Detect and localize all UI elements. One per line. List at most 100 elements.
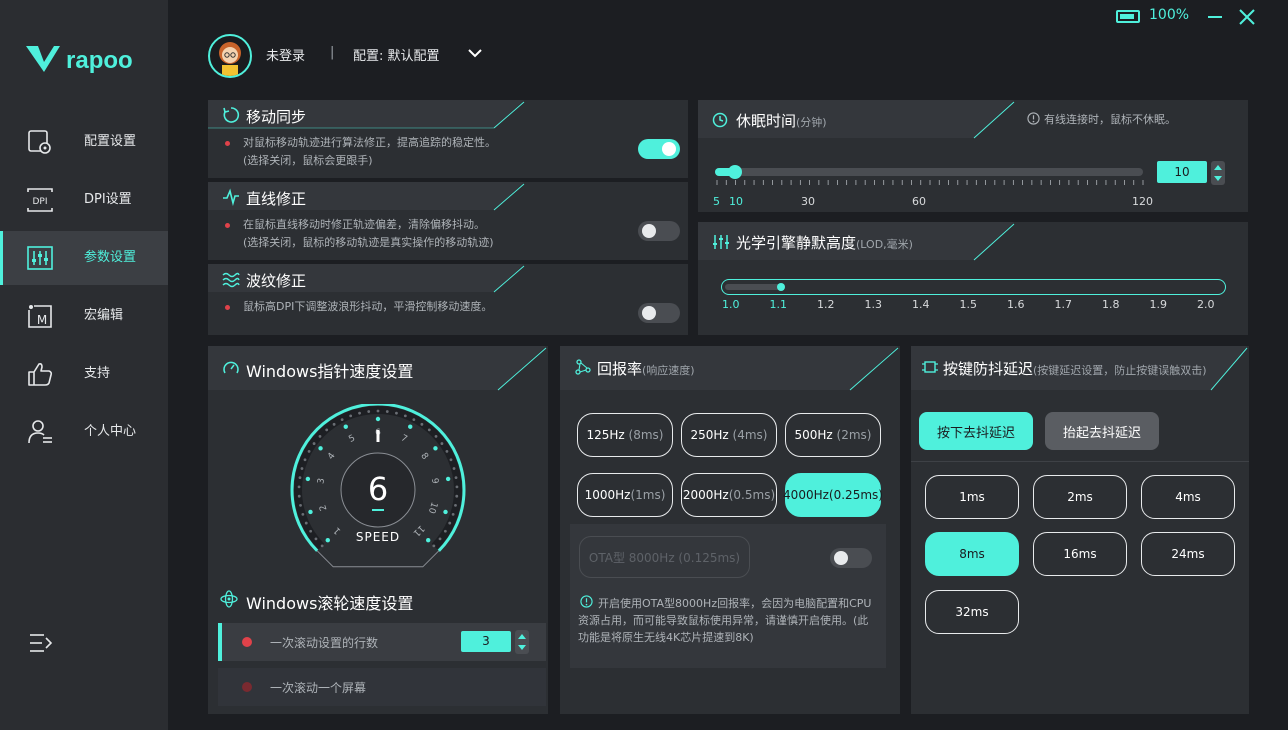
dial-marker bbox=[343, 424, 348, 429]
sidebar-item-macro[interactable]: M 宏编辑 bbox=[0, 289, 168, 343]
user-name[interactable]: 未登录 bbox=[266, 45, 305, 64]
rate-1000hz-button[interactable]: 1000Hz (1ms) bbox=[577, 473, 673, 517]
height-sliders-icon bbox=[713, 235, 729, 249]
motion-sync-toggle[interactable] bbox=[638, 139, 680, 159]
angle-snap-title: 直线修正 bbox=[246, 190, 307, 208]
scroll-option-screen[interactable]: 一次滚动一个屏幕 bbox=[218, 668, 546, 706]
debounce-24ms-button[interactable]: 24ms bbox=[1141, 532, 1235, 576]
scroll-lines-stepper[interactable] bbox=[515, 630, 529, 654]
dial-dot bbox=[300, 467, 304, 470]
dial-number: 2 bbox=[318, 503, 329, 512]
motion-sync-desc-note: (选择关闭，鼠标会更跟手) bbox=[243, 154, 373, 167]
dial-dot bbox=[325, 428, 329, 432]
debounce-2ms-button[interactable]: 2ms bbox=[1033, 475, 1127, 519]
dial-dot bbox=[376, 409, 380, 413]
sleep-tick-label: 60 bbox=[912, 195, 926, 208]
config-selector[interactable]: 配置: 默认配置 bbox=[353, 45, 440, 64]
scroll-lines-input[interactable]: 3 bbox=[461, 631, 511, 652]
sidebar-item-profile[interactable]: 个人中心 bbox=[0, 405, 168, 459]
info-icon bbox=[1027, 112, 1040, 125]
debounce-1ms-button[interactable]: 1ms bbox=[925, 475, 1019, 519]
dial-dot bbox=[454, 504, 457, 507]
ripple-desc: 鼠标高DPI下调整波浪形抖动，平滑控制移动速度。 bbox=[243, 300, 493, 313]
chevron-down-icon[interactable] bbox=[467, 46, 483, 60]
dial-dot bbox=[297, 485, 301, 489]
lod-tick-label: 1.3 bbox=[864, 298, 883, 311]
ota-toggle[interactable] bbox=[830, 548, 872, 568]
sleep-tick-label: 30 bbox=[801, 195, 815, 208]
dial-number: 8 bbox=[418, 451, 430, 462]
dial-dot bbox=[452, 467, 456, 470]
ota-8000hz-button[interactable]: OTA型 8000Hz (0.125ms) bbox=[579, 536, 750, 578]
sidebar-item-support[interactable]: 支持 bbox=[0, 347, 168, 401]
ripple-toggle[interactable] bbox=[638, 303, 680, 323]
rate-250hz-button[interactable]: 250Hz (4ms) bbox=[681, 413, 777, 457]
dial-base bbox=[316, 550, 440, 568]
lod-tick-label: 1.8 bbox=[1102, 298, 1120, 311]
chip-icon bbox=[922, 361, 938, 373]
scroll-option-lines[interactable]: 一次滚动设置的行数 3 bbox=[218, 623, 546, 661]
sleep-slider-knob[interactable] bbox=[728, 165, 742, 179]
sleep-stepper[interactable] bbox=[1211, 161, 1225, 185]
close-button[interactable] bbox=[1238, 8, 1256, 26]
dial-dot bbox=[320, 544, 324, 548]
avatar[interactable] bbox=[208, 34, 252, 78]
dial-dot bbox=[367, 410, 371, 413]
rate-4000hz-button[interactable]: 4000Hz (0.25ms) bbox=[783, 473, 883, 517]
sidebar-item-params[interactable]: 参数设置 bbox=[0, 231, 168, 285]
sleep-tick-label: 5 bbox=[713, 195, 720, 208]
dial-dot bbox=[445, 449, 449, 453]
dial-dot bbox=[385, 410, 389, 413]
scroll-wheel-icon bbox=[220, 590, 238, 608]
svg-text:DPI: DPI bbox=[32, 197, 47, 207]
debounce-8ms-button[interactable]: 8ms bbox=[925, 532, 1019, 576]
dial-marker bbox=[375, 416, 381, 422]
dial-dot bbox=[395, 411, 398, 415]
sidebar-item-config[interactable]: 配置设置 bbox=[0, 115, 168, 169]
selected-indicator bbox=[218, 623, 222, 661]
signal-icon bbox=[575, 359, 591, 375]
dial-dot bbox=[434, 434, 438, 438]
sleep-ticks bbox=[716, 180, 1144, 185]
collapse-menu-icon[interactable] bbox=[28, 632, 54, 654]
sidebar-item-dpi[interactable]: DPI DPI设置 bbox=[0, 173, 168, 227]
angle-snap-panel: 直线修正 在鼠标直线移动时修正轨迹偏差，清除偏移抖动。 (选择关闭，鼠标的移动轨… bbox=[208, 182, 688, 260]
sidebar-item-label: 宏编辑 bbox=[84, 308, 124, 323]
dial-marker bbox=[443, 509, 448, 515]
user-icon bbox=[28, 420, 52, 444]
lod-slider[interactable] bbox=[721, 279, 1226, 295]
dial-dot bbox=[340, 418, 344, 422]
dial-number: 9 bbox=[429, 477, 440, 484]
ripple-panel: 波纹修正 鼠标高DPI下调整波浪形抖动，平滑控制移动速度。 bbox=[208, 264, 688, 335]
rate-500hz-button[interactable]: 500Hz (2ms) bbox=[785, 413, 881, 457]
header-separator: | bbox=[330, 45, 335, 60]
minimize-button[interactable] bbox=[1208, 16, 1222, 18]
sleep-title: 休眠时间(分钟) bbox=[736, 112, 827, 130]
dial-dot bbox=[332, 422, 336, 426]
dial-dot bbox=[312, 442, 316, 445]
angle-snap-toggle[interactable] bbox=[638, 221, 680, 241]
dial-dot bbox=[358, 411, 361, 415]
rate-2000hz-button[interactable]: 2000Hz (0.5ms) bbox=[681, 473, 777, 517]
speed-dial[interactable]: 12345678910116 bbox=[288, 404, 468, 574]
dial-dot bbox=[297, 494, 301, 498]
tab-press-debounce[interactable]: 按下去抖延迟 bbox=[919, 412, 1033, 450]
dial-dot bbox=[440, 442, 444, 445]
angle-snap-desc-note: (选择关闭，鼠标的移动轨迹是真实操作的移动轨迹) bbox=[243, 236, 494, 249]
dial-dot bbox=[451, 513, 455, 516]
lod-slider-knob[interactable] bbox=[776, 283, 785, 291]
sleep-value-input[interactable]: 10 bbox=[1157, 161, 1207, 183]
sleep-slider[interactable] bbox=[715, 168, 1143, 176]
sleep-note: 有线连接时，鼠标不休眠。 bbox=[1044, 113, 1176, 126]
bullet-dot bbox=[225, 141, 230, 146]
sidebar-item-label: 配置设置 bbox=[84, 134, 137, 149]
debounce-4ms-button[interactable]: 4ms bbox=[1141, 475, 1235, 519]
debounce-16ms-button[interactable]: 16ms bbox=[1033, 532, 1127, 576]
tab-release-debounce[interactable]: 抬起去抖延迟 bbox=[1045, 412, 1159, 450]
dial-marker bbox=[408, 424, 413, 429]
lod-tick-label: 1.2 bbox=[817, 298, 835, 311]
rate-125hz-button[interactable]: 125Hz (8ms) bbox=[577, 413, 673, 457]
svg-text:M: M bbox=[37, 313, 47, 327]
debounce-32ms-button[interactable]: 32ms bbox=[925, 590, 1019, 634]
lod-title: 光学引擎静默高度(LOD,毫米) bbox=[736, 234, 913, 252]
